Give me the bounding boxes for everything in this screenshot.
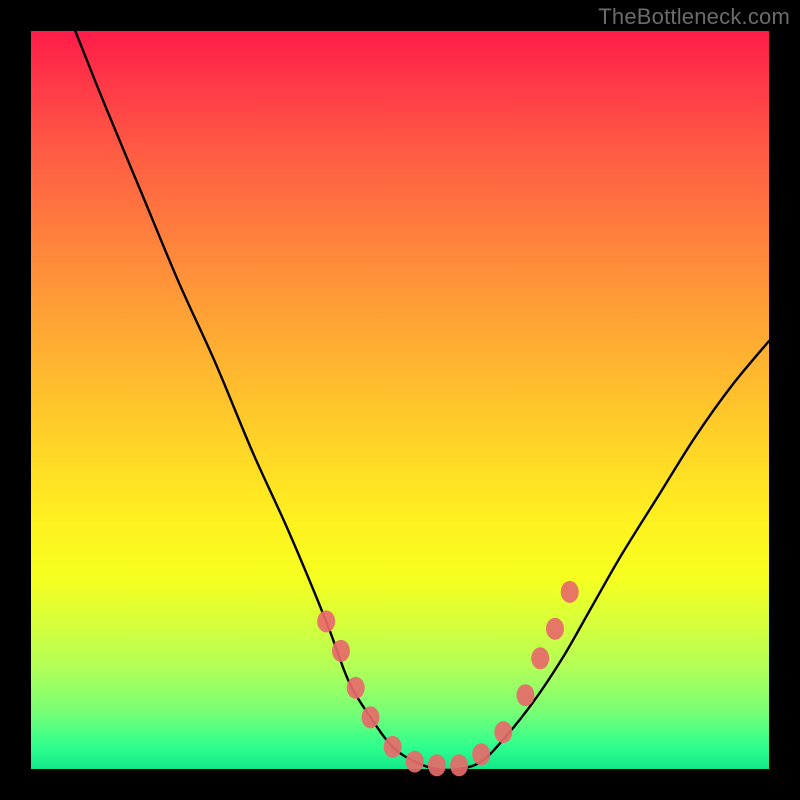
curve-marker xyxy=(428,754,446,776)
curve-marker xyxy=(516,684,534,706)
curve-marker xyxy=(472,743,490,765)
curve-svg xyxy=(31,31,769,769)
curve-marker xyxy=(317,610,335,632)
curve-marker xyxy=(561,581,579,603)
curve-marker xyxy=(494,721,512,743)
curve-markers xyxy=(317,581,579,776)
curve-marker xyxy=(531,647,549,669)
curve-marker xyxy=(347,677,365,699)
curve-marker xyxy=(384,736,402,758)
curve-marker xyxy=(546,618,564,640)
chart-stage: TheBottleneck.com xyxy=(0,0,800,800)
curve-marker xyxy=(361,706,379,728)
curve-marker xyxy=(406,751,424,773)
watermark-text: TheBottleneck.com xyxy=(598,4,790,30)
curve-marker xyxy=(450,754,468,776)
plot-area xyxy=(31,31,769,769)
bottleneck-curve xyxy=(75,31,769,770)
curve-marker xyxy=(332,640,350,662)
